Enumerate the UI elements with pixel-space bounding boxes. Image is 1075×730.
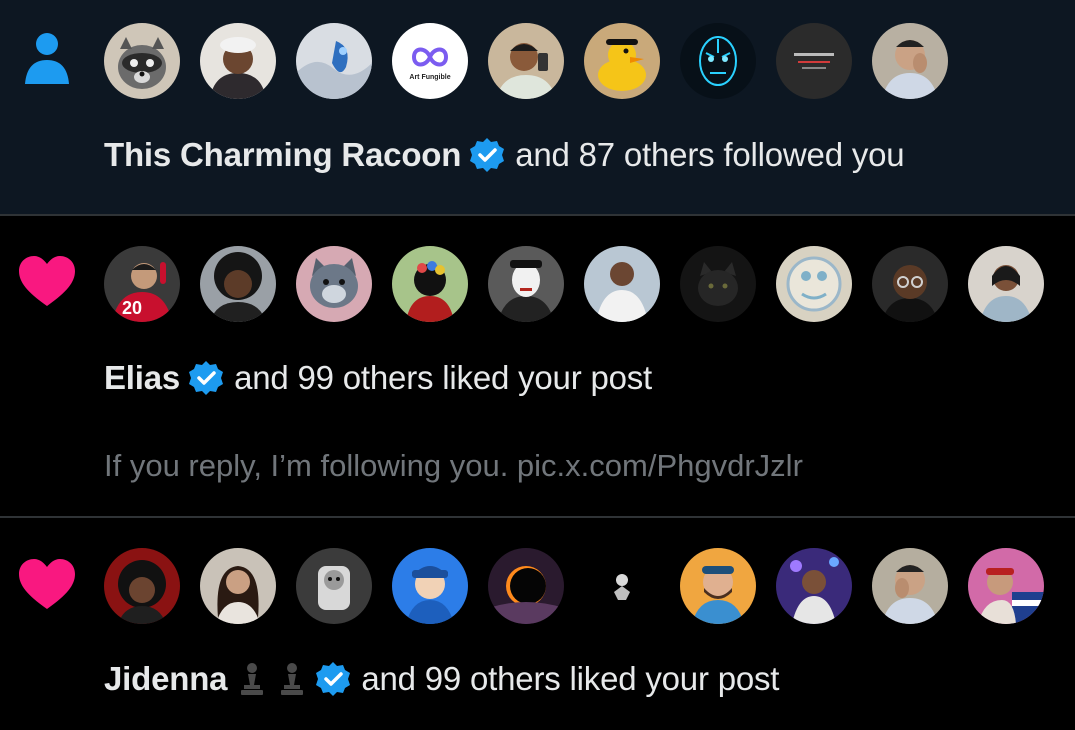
notification-text: This Charming Racoon and 87 others follo… (104, 136, 905, 174)
verified-badge-icon (315, 661, 351, 697)
notifications-feed: Art Fungible This Charming Racoon and 87… (0, 0, 1075, 730)
avatar-label-art-fungible: Art Fungible (409, 74, 450, 81)
avatar-raccoon[interactable] (104, 23, 180, 99)
avatar-dark-cat[interactable] (680, 246, 756, 322)
notification-text: Elias and 99 others liked your post (104, 359, 652, 397)
pawn-icon (277, 661, 307, 697)
avatar-selfie[interactable] (488, 23, 564, 99)
liker-avatars (104, 548, 1044, 624)
avatar-man-hat[interactable] (200, 23, 276, 99)
action-text: and 99 others liked your post (361, 660, 780, 697)
avatar-cartoon-boy[interactable] (104, 548, 180, 624)
avatar-man-white-shirt[interactable] (584, 246, 660, 322)
avatar-brand-logo[interactable] (776, 23, 852, 99)
avatar-bearded-man[interactable] (680, 548, 756, 624)
avatar-astronaut-cat[interactable] (296, 548, 372, 624)
avatar-boy-glasses[interactable] (872, 246, 948, 322)
avatar-cake[interactable] (776, 246, 852, 322)
verified-badge-icon (469, 137, 505, 173)
follower-avatars: Art Fungible (104, 23, 948, 99)
avatar-blue-cartoon[interactable] (392, 548, 468, 624)
action-text: and 87 others followed you (515, 136, 905, 173)
user-name[interactable]: Elias (104, 359, 180, 397)
avatar-dark-figure[interactable] (584, 548, 660, 624)
jersey-number: 20 (122, 298, 142, 318)
avatar-cat-character[interactable] (296, 246, 372, 322)
avatar-eclipse[interactable] (488, 548, 564, 624)
liker-avatars: 20 (104, 246, 1044, 322)
post-snippet[interactable]: If you reply, I’m following you. pic.x.c… (104, 448, 803, 484)
avatar-man-flag[interactable] (968, 548, 1044, 624)
avatar-duck[interactable] (584, 23, 660, 99)
person-icon (17, 28, 77, 88)
avatar-colorful-figure[interactable] (392, 246, 468, 322)
heart-icon (17, 252, 77, 312)
notification-follow[interactable]: Art Fungible This Charming Racoon and 87… (0, 0, 1075, 216)
avatar-cyber-face[interactable] (680, 23, 756, 99)
avatar-blue-art[interactable] (296, 23, 372, 99)
notification-like[interactable]: Jidenna and 99 others liked your post (0, 518, 1075, 730)
avatar-woman-long-hair[interactable] (200, 548, 276, 624)
avatar-mime[interactable] (488, 246, 564, 322)
avatar-art-fungible[interactable]: Art Fungible (392, 23, 468, 99)
notification-text: Jidenna and 99 others liked your post (104, 660, 779, 698)
avatar-curly-hair[interactable] (200, 246, 276, 322)
user-name[interactable]: This Charming Racoon (104, 136, 461, 174)
avatar-woman-smiling[interactable] (968, 246, 1044, 322)
avatar-soccer-player[interactable]: 20 (104, 246, 180, 322)
verified-badge-icon (188, 360, 224, 396)
avatar-man-hand-face[interactable] (872, 23, 948, 99)
notification-like[interactable]: 20 Elias and 99 others liked your post I… (0, 216, 1075, 518)
avatar-concert-singer[interactable] (776, 548, 852, 624)
action-text: and 99 others liked your post (234, 359, 653, 396)
heart-icon (17, 555, 77, 615)
pawn-icon (237, 661, 267, 697)
user-name[interactable]: Jidenna (104, 660, 228, 698)
avatar-man-covering-face[interactable] (872, 548, 948, 624)
